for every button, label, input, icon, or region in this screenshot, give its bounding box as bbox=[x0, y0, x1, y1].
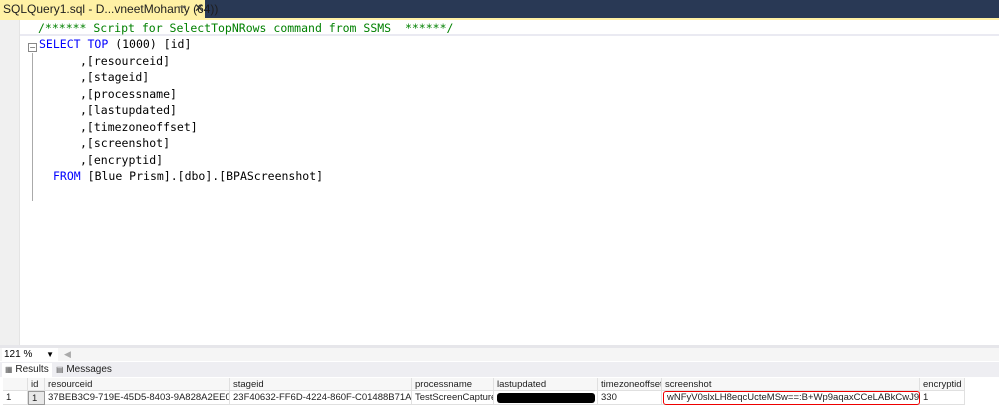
column-header[interactable]: id bbox=[28, 378, 45, 391]
zoom-bar: 121 % ▼ ◀ bbox=[0, 348, 999, 361]
scroll-left-icon[interactable]: ◀ bbox=[64, 348, 71, 361]
results-grid[interactable]: id resourceid stageid processname lastup… bbox=[0, 378, 999, 409]
table-cell-resourceid[interactable]: 37BEB3C9-719E-45D5-8403-9A828A2EE02F bbox=[45, 391, 230, 405]
tab-label: Results bbox=[15, 364, 49, 375]
code-column: ,[timezoneoffset] bbox=[80, 119, 198, 134]
zoom-value: 121 % bbox=[4, 349, 33, 360]
sql-editor[interactable]: − /****** Script for SelectTopNRows comm… bbox=[0, 20, 999, 345]
row-number[interactable]: 1 bbox=[3, 391, 28, 405]
collapse-icon[interactable]: − bbox=[28, 43, 37, 52]
column-id: [id] bbox=[163, 37, 192, 51]
table-cell-processname[interactable]: TestScreenCapture bbox=[412, 391, 494, 405]
fold-guide bbox=[32, 53, 33, 201]
results-tabs: ▦ Results ▤ Messages bbox=[0, 362, 999, 377]
tab-results[interactable]: ▦ Results bbox=[2, 363, 52, 377]
column-header[interactable]: lastupdated bbox=[494, 378, 598, 391]
table-cell-encryptid[interactable]: 1 bbox=[920, 391, 965, 405]
column-header[interactable]: timezoneoffset bbox=[598, 378, 662, 391]
tab-messages[interactable]: ▤ Messages bbox=[53, 363, 112, 377]
zoom-select[interactable]: 121 % ▼ bbox=[2, 348, 58, 361]
column-header[interactable]: encryptid bbox=[920, 378, 965, 391]
table-cell-timezoneoffset[interactable]: 330 bbox=[598, 391, 662, 405]
column-header[interactable]: stageid bbox=[230, 378, 412, 391]
column-header[interactable]: screenshot bbox=[662, 378, 920, 391]
close-icon[interactable]: ✕ bbox=[194, 1, 204, 15]
code-column: ,[encryptid] bbox=[80, 152, 164, 167]
tab-label: Messages bbox=[66, 364, 112, 375]
query-tab[interactable]: SQLQuery1.sql - D...vneetMohanty (64)) ⊸… bbox=[0, 0, 218, 18]
code-from-line: FROM [Blue Prism].[dbo].[BPAScreenshot] bbox=[53, 168, 323, 184]
code-column: ,[stageid] bbox=[80, 70, 150, 84]
top-count: (1000) bbox=[115, 37, 157, 51]
code-column: ,[resourceid] bbox=[80, 53, 171, 68]
column-header[interactable]: processname bbox=[412, 378, 494, 391]
editor-gutter bbox=[0, 20, 20, 345]
chevron-down-icon: ▼ bbox=[46, 350, 54, 359]
table-cell-stageid[interactable]: 23F40632-FF6D-4224-860F-C01488B71AD9 bbox=[230, 391, 412, 405]
table-name: [Blue Prism].[dbo].[BPAScreenshot] bbox=[87, 169, 324, 183]
highlight-annotation bbox=[663, 391, 920, 405]
redaction-box bbox=[497, 393, 595, 403]
messages-icon: ▤ bbox=[56, 365, 64, 374]
table-cell-id[interactable]: 1 bbox=[28, 391, 45, 405]
keyword-select: SELECT bbox=[39, 37, 81, 51]
keyword-from: FROM bbox=[53, 169, 81, 183]
code-comment: /****** Script for SelectTopNRows comman… bbox=[38, 21, 454, 35]
code-column: ,[processname] bbox=[80, 86, 177, 101]
code-select-line: SELECT TOP (1000) [id] bbox=[39, 36, 191, 52]
corner-header[interactable] bbox=[3, 378, 28, 391]
grid-icon: ▦ bbox=[5, 365, 13, 374]
code-column: ,[lastupdated] bbox=[80, 103, 177, 117]
pin-icon[interactable]: ⊸ bbox=[178, 2, 186, 13]
code-column: ,[screenshot] bbox=[80, 136, 171, 150]
column-header[interactable]: resourceid bbox=[45, 378, 230, 391]
keyword-top: TOP bbox=[87, 37, 109, 51]
